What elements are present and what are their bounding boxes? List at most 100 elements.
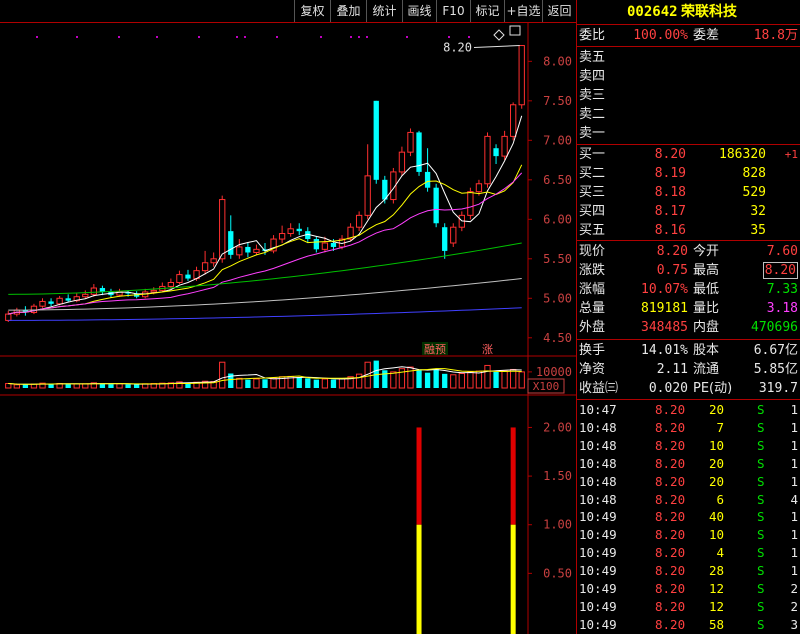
kline-chart-area[interactable]: 8.00 7.50 7.00 6.50 6.00 5.50 5.00 4.50 8.20 融预 涨 1…	[0, 22, 576, 634]
candle	[287, 223, 294, 237]
tick-direction: S	[757, 527, 765, 543]
candle-body	[475, 183, 483, 193]
diamond-icon[interactable]	[493, 29, 505, 41]
stat-label: 收益㈢	[579, 381, 619, 396]
quote-panel: 002642 荣联科技 委比 100.00% 委差 18.8万 卖五 卖四 卖三 卖二…	[577, 0, 800, 634]
sell-row[interactable]: 卖二	[577, 105, 800, 124]
tick-count: 1	[790, 455, 798, 471]
buy-label: 买二	[579, 166, 606, 181]
tick-direction: S	[757, 419, 765, 435]
stats-row: 总量 819181 量比 3.18	[577, 299, 800, 318]
volume-bar	[475, 370, 483, 389]
volume-bar	[313, 379, 319, 388]
candle	[90, 284, 98, 297]
candle-body	[296, 228, 302, 232]
sell-row[interactable]: 卖三	[577, 86, 800, 105]
window-toggle-icon[interactable]	[509, 25, 521, 36]
buy-row[interactable]: 买五 8.16 35	[577, 221, 800, 240]
price-axis-label: 4.50	[543, 331, 572, 345]
candle-body	[373, 100, 379, 180]
dot-marker	[236, 36, 238, 38]
f10-button[interactable]: F10	[436, 0, 470, 22]
kline-chart-svg[interactable]: 8.00 7.50 7.00 6.50 6.00 5.50 5.00 4.50 8.20 融预 涨 1…	[0, 22, 576, 634]
volume-bar	[493, 371, 499, 388]
volume-bar	[296, 377, 302, 388]
candle-body	[5, 313, 12, 321]
candle	[407, 128, 414, 157]
tick-count: 3	[790, 616, 798, 632]
stat-label: 最低	[693, 282, 720, 297]
candle-body	[493, 148, 499, 157]
buy-row[interactable]: 买二 8.19 828	[577, 164, 800, 183]
stock-header: 002642 荣联科技	[577, 3, 800, 22]
stats-row: 外盘 348485 内盘 470696	[577, 318, 800, 337]
candle-body	[510, 104, 517, 137]
volume-bar	[262, 379, 268, 388]
candle-body	[355, 214, 363, 228]
tick-volume: 12	[708, 598, 724, 614]
current-price: 8.20	[656, 244, 688, 259]
volume-bar	[108, 384, 114, 388]
signal-bar-lower	[510, 524, 516, 634]
stat-label: 换手	[579, 343, 606, 358]
volume-bar	[458, 373, 465, 389]
tick-direction: S	[757, 563, 765, 579]
buy-row[interactable]: 买四 8.17 32	[577, 202, 800, 221]
draw-line-button[interactable]: 画线	[402, 0, 436, 22]
tick-time: 10:49	[579, 545, 617, 561]
dot-marker	[244, 36, 246, 38]
tick-price: 8.20	[655, 545, 686, 561]
tick-row: 10:47 8.20 20 S 1	[577, 401, 800, 419]
fuquan-button[interactable]: 复权	[294, 0, 330, 22]
weibi-row: 委比 100.00% 委差 18.8万	[577, 26, 800, 45]
candle	[433, 183, 439, 228]
overlay-button[interactable]: 叠加	[330, 0, 366, 22]
tick-direction: S	[757, 598, 765, 614]
stats-row: 涨跌 0.75 最高 8.20	[577, 261, 800, 280]
dot-marker	[350, 36, 352, 38]
statistics-button[interactable]: 统计	[366, 0, 402, 22]
dot-marker	[198, 36, 200, 38]
volume-bar	[65, 384, 71, 388]
net-assets: 2.11	[656, 362, 688, 377]
sell-row[interactable]: 卖一	[577, 124, 800, 143]
candle-body	[48, 301, 54, 304]
tick-direction: S	[757, 491, 765, 507]
candle	[210, 252, 217, 267]
sell-row[interactable]: 卖五	[577, 48, 800, 67]
buy-row[interactable]: 买一 8.20 186320 +1	[577, 145, 800, 164]
tick-row: 10:48 8.20 7 S 1	[577, 419, 800, 437]
add-watchlist-button[interactable]: +自选	[504, 0, 542, 22]
volume-bar	[253, 378, 260, 389]
stat-label: PE(动)	[693, 381, 733, 396]
tick-count: 4	[790, 491, 798, 507]
price-axis-label: 8.00	[543, 54, 572, 68]
dot-marker	[448, 36, 450, 38]
volume-bar	[382, 370, 388, 388]
sell-row[interactable]: 卖四	[577, 67, 800, 86]
buy-row[interactable]: 买三 8.18 529	[577, 183, 800, 202]
candle	[278, 225, 286, 243]
candle	[185, 269, 191, 281]
tick-volume: 6	[716, 491, 724, 507]
candle-body	[39, 300, 46, 307]
sell-label: 卖一	[579, 126, 606, 141]
ma120-line	[8, 307, 522, 321]
candle	[48, 298, 54, 307]
volume-bar	[236, 377, 243, 389]
stat-label: 涨跌	[579, 263, 606, 278]
volume-bar	[450, 374, 457, 389]
price-axis-label: 6.50	[543, 173, 572, 187]
indicator-axis-label: 0.50	[543, 566, 572, 580]
dot-marker	[366, 36, 368, 38]
tick-volume: 28	[708, 563, 724, 579]
tick-volume: 7	[716, 419, 724, 435]
mark-button[interactable]: 标记	[470, 0, 504, 22]
buy-volume: 32	[750, 204, 766, 219]
candle-body	[228, 231, 234, 255]
volume-bar	[442, 373, 448, 388]
buy-label: 买一	[579, 147, 606, 162]
stats-row: 涨幅 10.07% 最低 7.33	[577, 280, 800, 299]
back-button[interactable]: 返回	[542, 0, 576, 22]
dot-marker	[276, 36, 278, 38]
